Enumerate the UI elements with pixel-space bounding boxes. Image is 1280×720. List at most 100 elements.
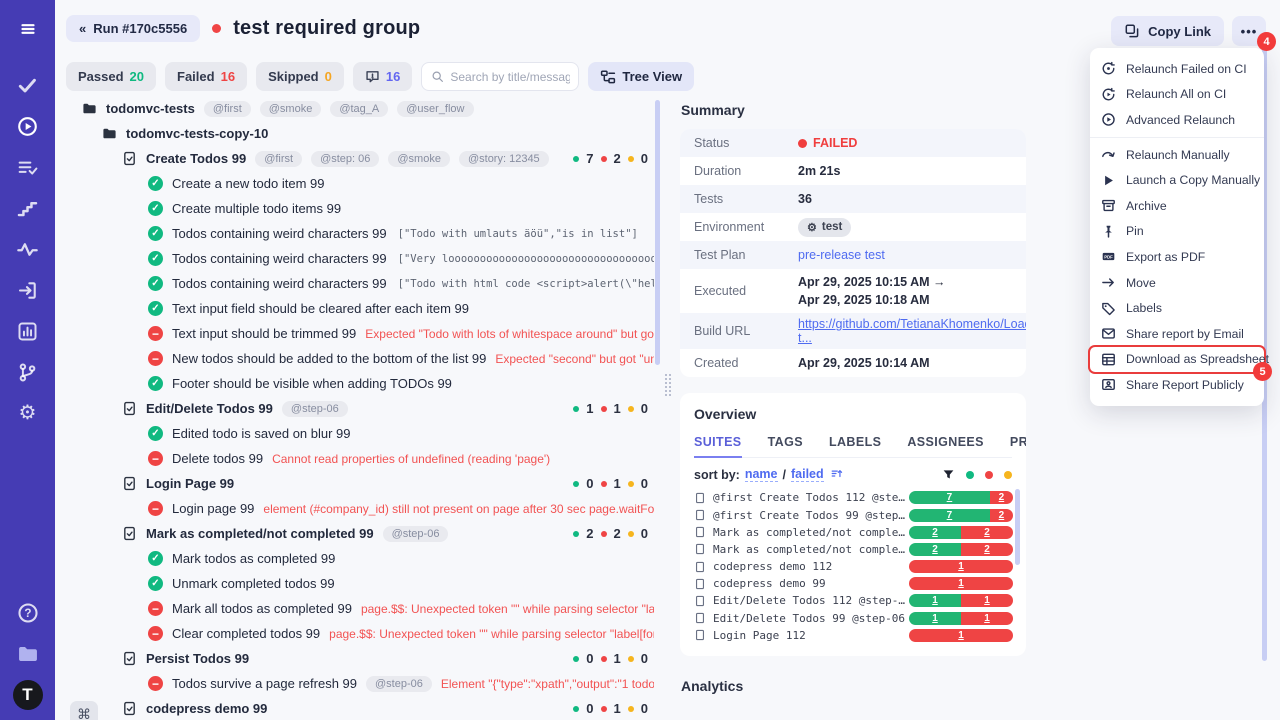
menu-item-share-report-by-email[interactable]: Share report by Email bbox=[1090, 321, 1264, 347]
tree-pass-row[interactable]: ✓Todos containing weird characters 99["T… bbox=[66, 271, 654, 296]
overview-suite-row[interactable]: Edit/Delete Todos 99 @step-0611 bbox=[694, 610, 1012, 627]
skipped-filter-dot[interactable] bbox=[1004, 471, 1012, 479]
menu-item-relaunch-failed-on-ci[interactable]: Relaunch Failed on CI bbox=[1090, 56, 1264, 82]
tag-pill[interactable]: @step-06 bbox=[366, 676, 432, 692]
sort-by-name-link[interactable]: name bbox=[745, 467, 778, 482]
tab-suites[interactable]: SUITES bbox=[694, 430, 742, 458]
menu-item-pin[interactable]: Pin bbox=[1090, 219, 1264, 245]
back-to-run-button[interactable]: « Run #170c5556 bbox=[66, 15, 200, 42]
panel-resize-grip[interactable] bbox=[663, 372, 672, 398]
copy-link-button[interactable]: Copy Link bbox=[1111, 16, 1224, 46]
sort-by-failed-link[interactable]: failed bbox=[791, 467, 824, 482]
tree-pass-row[interactable]: ✓Mark todos as completed 99 bbox=[66, 546, 654, 571]
tree-fail-row[interactable]: −New todos should be added to the bottom… bbox=[66, 346, 654, 371]
tag-pill[interactable]: @step-06 bbox=[383, 526, 449, 542]
filter-skipped-button[interactable]: Skipped 0 bbox=[256, 62, 344, 91]
tag-pill[interactable]: @step: 06 bbox=[311, 151, 379, 167]
menu-item-relaunch-manually[interactable]: Relaunch Manually bbox=[1090, 142, 1264, 168]
app-logo[interactable]: T bbox=[13, 680, 43, 710]
overview-scrollbar[interactable] bbox=[1015, 489, 1020, 565]
tag-pill[interactable]: @tag_A bbox=[330, 101, 388, 117]
tree-pass-row[interactable]: ✓Todos containing weird characters 99["V… bbox=[66, 246, 654, 271]
tree-suite-row[interactable]: Persist Todos 99010 bbox=[66, 646, 654, 671]
filter-failed-button[interactable]: Failed 16 bbox=[165, 62, 247, 91]
tab-labels[interactable]: LABELS bbox=[829, 430, 881, 458]
tree-pass-row[interactable]: ✓Text input field should be cleared afte… bbox=[66, 296, 654, 321]
menu-item-move[interactable]: Move bbox=[1090, 270, 1264, 296]
sidebar-item-reports[interactable] bbox=[13, 316, 43, 346]
build-url-link[interactable]: https://github.com/TetianaKhomenko/Load-… bbox=[798, 317, 1026, 345]
menu-item-share-report-publicly[interactable]: Share Report Publicly bbox=[1090, 372, 1264, 398]
tree-fail-row[interactable]: −Mark all todos as completed 99page.$$: … bbox=[66, 596, 654, 621]
menu-item-advanced-relaunch[interactable]: Advanced Relaunch bbox=[1090, 107, 1264, 133]
tag-pill[interactable]: @smoke bbox=[260, 101, 322, 117]
menu-item-export-as-pdf[interactable]: PDFExport as PDF bbox=[1090, 244, 1264, 270]
tree-pass-row[interactable]: ✓Create multiple todo items 99 bbox=[66, 196, 654, 221]
tree-pass-row[interactable]: ✓Create a new todo item 99 bbox=[66, 171, 654, 196]
overview-suite-row[interactable]: codepress demo 991 bbox=[694, 575, 1012, 592]
tag-pill[interactable]: @first bbox=[204, 101, 251, 117]
menu-item-relaunch-all-on-ci[interactable]: Relaunch All on CI bbox=[1090, 82, 1264, 108]
sidebar-item-pulse[interactable] bbox=[13, 234, 43, 264]
tree-pass-row[interactable]: ✓Todos containing weird characters 99["T… bbox=[66, 221, 654, 246]
tab-tags[interactable]: TAGS bbox=[768, 430, 803, 458]
search-input[interactable] bbox=[450, 70, 570, 84]
sidebar-item-import[interactable] bbox=[13, 275, 43, 305]
sidebar-item-settings[interactable]: ⚙ bbox=[13, 398, 43, 428]
search-box[interactable] bbox=[421, 62, 579, 91]
menu-item-launch-a-copy-manually[interactable]: Launch a Copy Manually bbox=[1090, 167, 1264, 193]
tree-folder-row[interactable]: todomvc-tests@first@smoke@tag_A@user_flo… bbox=[66, 96, 654, 121]
failed-filter-dot[interactable] bbox=[985, 471, 993, 479]
sidebar-item-help[interactable]: ? bbox=[13, 598, 43, 628]
sidebar-item-projects[interactable] bbox=[13, 639, 43, 669]
funnel-filter-icon[interactable] bbox=[942, 468, 955, 481]
tree-pass-row[interactable]: ✓Unmark completed todos 99 bbox=[66, 571, 654, 596]
sidebar-item-tasks[interactable] bbox=[13, 70, 43, 100]
tree-suite-row[interactable]: Mark as completed/not completed 99@step-… bbox=[66, 521, 654, 546]
overview-suite-row[interactable]: @first Create Todos 99 @step…72 bbox=[694, 506, 1012, 523]
results-bar: 11 bbox=[909, 612, 1013, 625]
filter-passed-button[interactable]: Passed 20 bbox=[66, 62, 156, 91]
hamburger-menu-icon[interactable] bbox=[13, 14, 43, 44]
sidebar-item-test-plans[interactable] bbox=[13, 152, 43, 182]
tree-scrollbar[interactable] bbox=[655, 100, 660, 365]
tree-fail-row[interactable]: −Login page 99element (#company_id) stil… bbox=[66, 496, 654, 521]
sort-ascending-icon[interactable] bbox=[831, 468, 844, 481]
tag-pill[interactable]: @story: 12345 bbox=[459, 151, 549, 167]
tree-suite-row[interactable]: Create Todos 99@first@step: 06@smoke@sto… bbox=[66, 146, 654, 171]
tree-folder-row[interactable]: todomvc-tests-copy-10 bbox=[66, 121, 654, 146]
tree-suite-row[interactable]: Login Page 99010 bbox=[66, 471, 654, 496]
filter-comments-button[interactable]: 16 bbox=[353, 62, 412, 91]
menu-item-download-as-spreadsheet[interactable]: Download as Spreadsheet5 bbox=[1090, 347, 1264, 373]
menu-item-archive[interactable]: Archive bbox=[1090, 193, 1264, 219]
tree-fail-row[interactable]: −Todos survive a page refresh 99@step-06… bbox=[66, 671, 654, 696]
tag-pill[interactable]: @first bbox=[255, 151, 302, 167]
menu-item-labels[interactable]: Labels bbox=[1090, 295, 1264, 321]
tab-assignees[interactable]: ASSIGNEES bbox=[907, 430, 984, 458]
tree-pass-row[interactable]: ✓Edited todo is saved on blur 99 bbox=[66, 421, 654, 446]
tree-fail-row[interactable]: −Delete todos 99Cannot read properties o… bbox=[66, 446, 654, 471]
sidebar-item-steps[interactable] bbox=[13, 193, 43, 223]
tag-pill[interactable]: @step-06 bbox=[282, 401, 348, 417]
tag-pill[interactable]: @user_flow bbox=[397, 101, 473, 117]
overview-suite-row[interactable]: Mark as completed/not comple…22 bbox=[694, 524, 1012, 541]
tree-suite-row[interactable]: codepress demo 99010 bbox=[66, 696, 654, 720]
tree-pass-row[interactable]: ✓Footer should be visible when adding TO… bbox=[66, 371, 654, 396]
sidebar-item-runs[interactable] bbox=[13, 111, 43, 141]
overview-suite-row[interactable]: Edit/Delete Todos 112 @step-…11 bbox=[694, 592, 1012, 609]
overview-suite-row[interactable]: codepress demo 1121 bbox=[694, 558, 1012, 575]
tab-priority[interactable]: PRIORITY bbox=[1010, 430, 1026, 458]
tree-fail-row[interactable]: −Clear completed todos 99page.$$: Unexpe… bbox=[66, 621, 654, 646]
test-plan-link[interactable]: pre-release test bbox=[798, 248, 885, 262]
tree-fail-row[interactable]: −Text input should be trimmed 99Expected… bbox=[66, 321, 654, 346]
overview-suite-row[interactable]: @first Create Todos 112 @ste…72 bbox=[694, 489, 1012, 506]
overview-suite-row[interactable]: Login Page 1121 bbox=[694, 627, 1012, 644]
passed-filter-dot[interactable] bbox=[966, 471, 974, 479]
sidebar-item-branches[interactable] bbox=[13, 357, 43, 387]
environment-badge[interactable]: ⚙test bbox=[798, 218, 851, 237]
tag-pill[interactable]: @smoke bbox=[388, 151, 450, 167]
tree-suite-row[interactable]: Edit/Delete Todos 99@step-06110 bbox=[66, 396, 654, 421]
tree-view-button[interactable]: Tree View bbox=[588, 62, 694, 91]
overview-suite-row[interactable]: Mark as completed/not comple…22 bbox=[694, 541, 1012, 558]
keyboard-shortcut-button[interactable]: ⌘ bbox=[70, 701, 98, 720]
